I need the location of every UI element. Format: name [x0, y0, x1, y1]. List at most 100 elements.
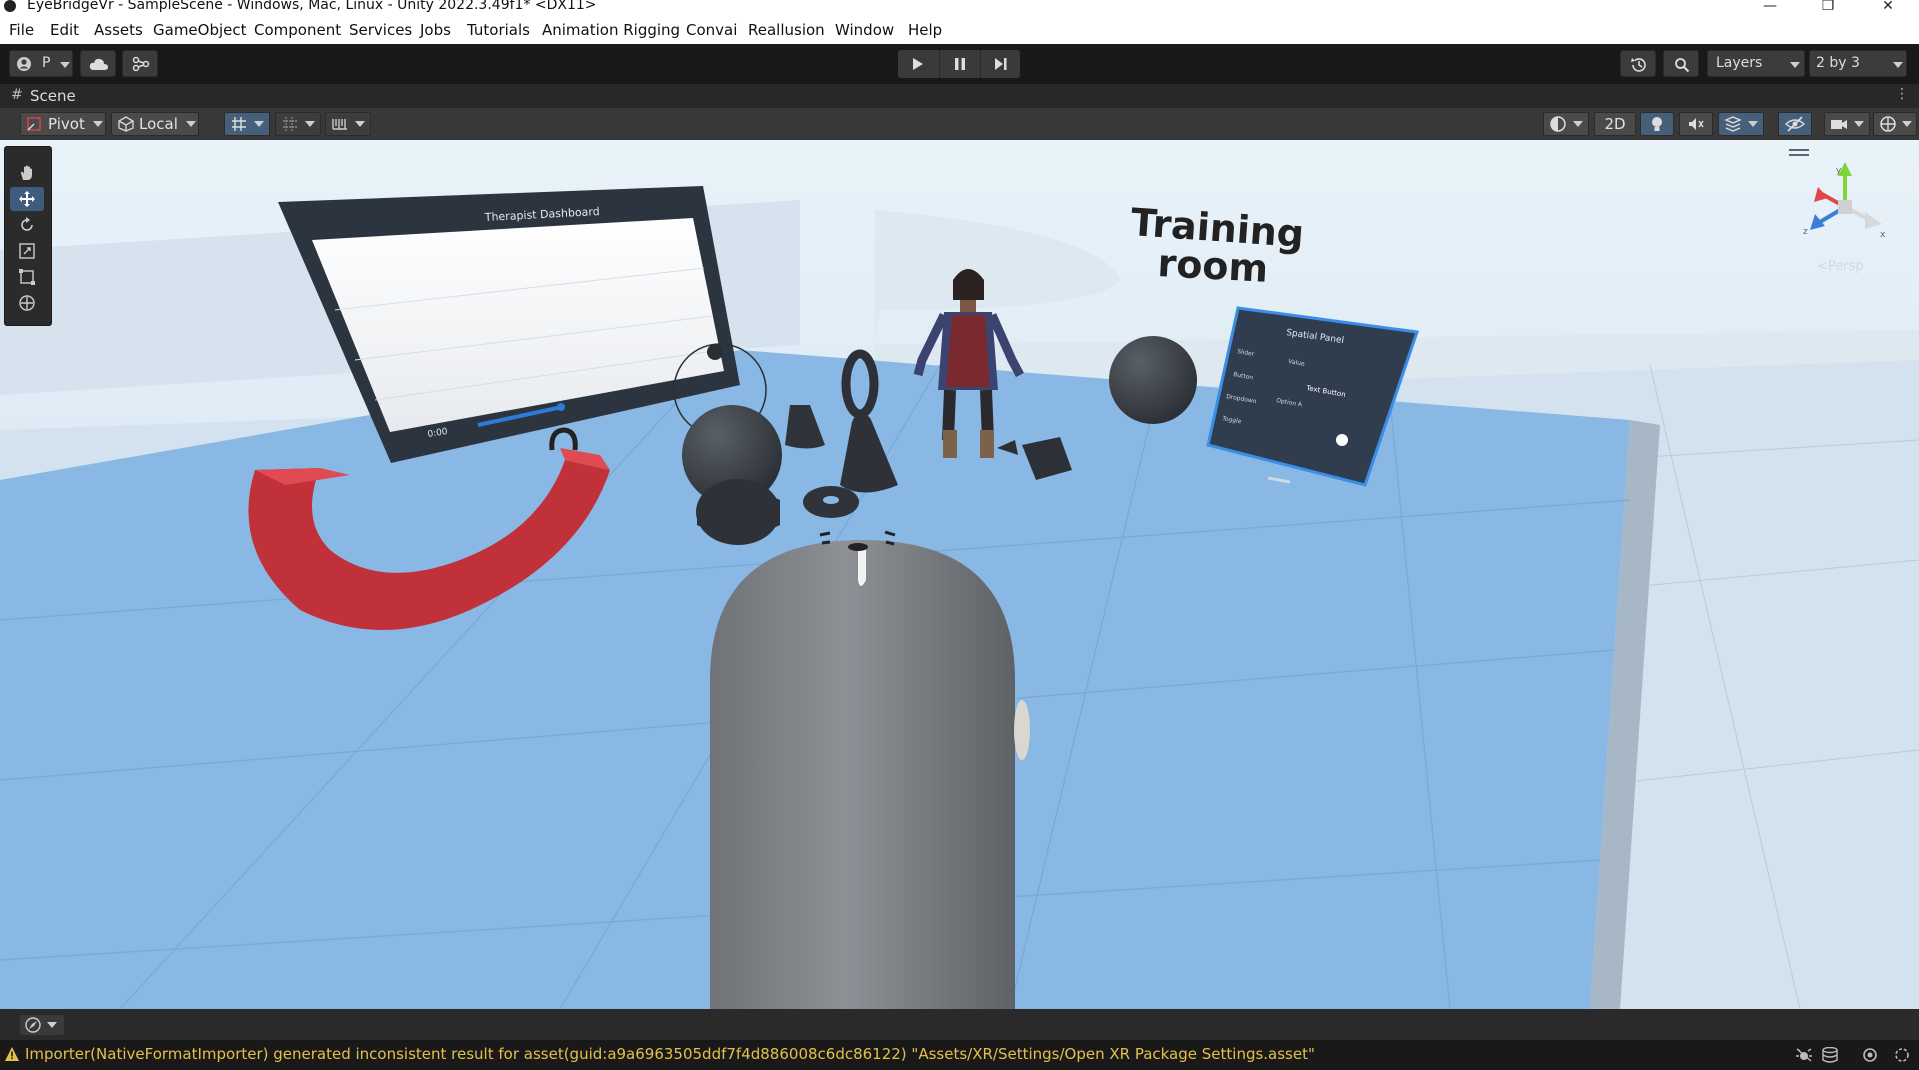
layers-dropdown[interactable]: Layers [1707, 50, 1805, 77]
rotate-tool[interactable] [10, 213, 44, 237]
effects-dropdown[interactable] [1718, 112, 1764, 136]
restore-icon[interactable]: ❐ [1808, 0, 1848, 14]
gizmos-dropdown[interactable] [1873, 112, 1917, 136]
version-control-icon [132, 56, 150, 72]
space-dropdown[interactable]: Local [111, 112, 199, 136]
chevron-down-icon [1893, 62, 1903, 68]
menu-file[interactable]: File [9, 21, 34, 39]
ruler-snap-button[interactable] [325, 112, 371, 136]
account-dropdown[interactable]: P [9, 50, 73, 77]
local-space-icon [118, 116, 134, 132]
gizmo-axis-x: x [1880, 230, 1886, 240]
menu-window[interactable]: Window [835, 21, 894, 39]
audio-mute-icon [1689, 118, 1704, 130]
rect-transform-icon [19, 269, 35, 285]
room-sign-line2: room [1157, 241, 1270, 291]
cloud-button[interactable] [80, 50, 116, 77]
overlay-menu-button[interactable] [20, 1015, 64, 1035]
menu-animation-rigging[interactable]: Animation Rigging [542, 21, 680, 39]
gizmo-axis-z: z [1803, 227, 1808, 237]
increment-snap-button[interactable] [275, 112, 321, 136]
scene-render: Training room Spatial Panel Slider Butto… [0, 140, 1919, 1009]
menu-component[interactable]: Component [254, 21, 341, 39]
search-button[interactable] [1663, 50, 1699, 77]
transform-tool[interactable] [10, 291, 44, 315]
camera-dropdown[interactable] [1824, 112, 1870, 136]
compass-icon [25, 1017, 41, 1033]
lightbulb-icon [1652, 117, 1662, 131]
chevron-down-icon [355, 121, 365, 127]
pivot-icon [27, 117, 41, 131]
debug-icon[interactable] [1795, 1047, 1813, 1063]
scale-tool[interactable] [10, 239, 44, 263]
chevron-down-icon [254, 121, 264, 127]
menu-gameobject[interactable]: GameObject [153, 21, 247, 39]
play-icon [913, 58, 923, 70]
lighting-status-icon[interactable] [1861, 1047, 1879, 1063]
gizmo-menu-icon[interactable] [1789, 148, 1809, 158]
move-tool[interactable] [10, 187, 44, 211]
chevron-down-icon [185, 121, 196, 127]
visibility-toggle[interactable] [1778, 112, 1812, 136]
playmode-controls [898, 50, 1020, 78]
pivot-dropdown[interactable]: Pivot [20, 112, 106, 136]
space-label: Local [139, 115, 178, 133]
menu-assets[interactable]: Assets [94, 21, 143, 39]
play-button[interactable] [898, 50, 938, 78]
tool-palette [4, 146, 52, 326]
chevron-down-icon [1748, 121, 1758, 127]
projection-label[interactable]: <Persp [1817, 259, 1864, 274]
move-arrows-icon [19, 191, 35, 207]
layout-dropdown[interactable]: 2 by 3 [1809, 50, 1907, 77]
grid-snap-toggle[interactable] [224, 112, 270, 136]
history-icon [1631, 58, 1646, 72]
status-message[interactable]: Importer(NativeFormatImporter) generated… [25, 1045, 1315, 1063]
collab-button[interactable] [122, 50, 158, 77]
search-icon [1675, 58, 1690, 73]
shading-icon [1550, 116, 1566, 132]
layout-label: 2 by 3 [1816, 55, 1860, 71]
increment-snap-icon [283, 117, 297, 131]
progress-spinner-icon[interactable] [1893, 1047, 1911, 1063]
lighting-toggle[interactable] [1640, 112, 1674, 136]
window-title: EyeBridgeVr - SampleScene - Windows, Mac… [27, 0, 597, 13]
account-label: P [42, 55, 51, 71]
step-button[interactable] [980, 50, 1021, 78]
gizmos-icon [1880, 116, 1896, 132]
unity-logo-icon [4, 0, 16, 12]
scene-viewport[interactable]: Training room Spatial Panel Slider Butto… [0, 140, 1919, 1009]
chevron-down-icon [1573, 121, 1583, 127]
step-icon [995, 58, 1007, 70]
audio-toggle[interactable] [1679, 112, 1713, 136]
orientation-gizmo[interactable]: y z x [1800, 162, 1890, 272]
chevron-down-icon [1854, 121, 1864, 127]
rect-tool[interactable] [10, 265, 44, 289]
menu-services[interactable]: Services [349, 21, 412, 39]
minimize-icon[interactable]: — [1750, 0, 1790, 14]
shading-mode-dropdown[interactable] [1543, 112, 1589, 136]
menu-edit[interactable]: Edit [50, 21, 79, 39]
cache-server-icon[interactable] [1821, 1047, 1839, 1063]
mode-2d-toggle[interactable]: 2D [1594, 112, 1636, 136]
scene-tab-header: # Scene ⋮ [0, 84, 1919, 108]
menu-bar: File Edit Assets GameObject Component Se… [0, 14, 1919, 44]
account-icon [17, 57, 31, 71]
menu-tutorials[interactable]: Tutorials [467, 21, 530, 39]
menu-jobs[interactable]: Jobs [420, 21, 451, 39]
more-options-icon[interactable]: ⋮ [1895, 86, 1909, 102]
mode-2d-label: 2D [1604, 115, 1626, 133]
gizmo-axis-y: y [1836, 166, 1842, 176]
tab-scene[interactable]: Scene [30, 87, 76, 105]
window-titlebar: EyeBridgeVr - SampleScene - Windows, Mac… [0, 0, 1919, 14]
scale-icon [19, 243, 35, 259]
hand-tool[interactable] [10, 161, 44, 185]
menu-convai[interactable]: Convai [686, 21, 737, 39]
undo-history-button[interactable] [1620, 50, 1656, 77]
transform-icon [19, 295, 35, 311]
pause-button[interactable] [939, 50, 980, 78]
ruler-icon [332, 119, 347, 130]
menu-reallusion[interactable]: Reallusion [748, 21, 825, 39]
close-icon[interactable]: ✕ [1868, 0, 1908, 14]
menu-help[interactable]: Help [908, 21, 942, 39]
scene-bottom-bar [0, 1009, 1919, 1040]
